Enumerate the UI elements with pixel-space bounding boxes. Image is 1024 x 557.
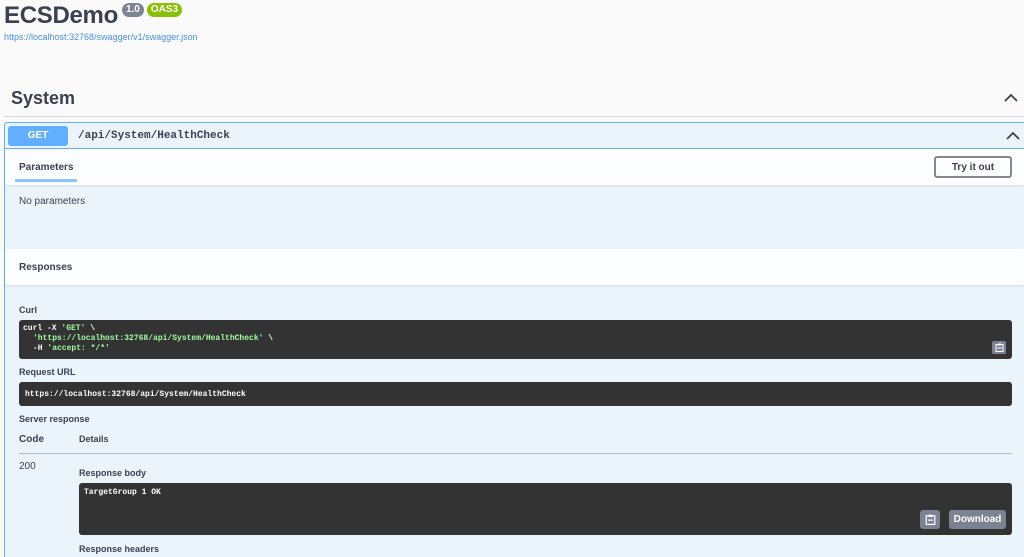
response-row: 200 Response body TargetGroup 1 OK Downl… bbox=[19, 461, 1012, 554]
curl-label: Curl bbox=[19, 305, 37, 315]
server-response-label: Server response bbox=[19, 414, 90, 424]
curl-line-3: -H 'accept: */*' bbox=[23, 344, 1008, 354]
responses-header: Responses bbox=[5, 249, 1024, 285]
tag-section-system: System bbox=[4, 80, 1024, 117]
no-parameters-text: No parameters bbox=[19, 196, 86, 207]
curl-block[interactable]: curl -X 'GET' \ 'https://localhost:32768… bbox=[19, 320, 1012, 359]
chevron-up-icon[interactable] bbox=[1006, 131, 1020, 141]
operation-summary[interactable]: GET /api/System/HealthCheck bbox=[5, 123, 1024, 149]
api-title: ECSDemo bbox=[4, 2, 118, 29]
response-body-actions: Download bbox=[920, 510, 1006, 529]
parameters-header: Parameters Try it out bbox=[5, 149, 1024, 185]
request-url-block[interactable]: https://localhost:32768/api/System/Healt… bbox=[19, 382, 1012, 406]
curl-header: 'accept: */*' bbox=[47, 344, 110, 353]
title-row: ECSDemo 1.0 OAS3 bbox=[4, 2, 198, 30]
details-column-header: Details bbox=[79, 434, 109, 444]
code-column-header: Code bbox=[19, 434, 44, 445]
response-body-label: Response body bbox=[79, 468, 147, 478]
tag-title: System bbox=[11, 87, 76, 108]
copy-response-button[interactable] bbox=[920, 510, 940, 529]
request-url-label: Request URL bbox=[19, 367, 76, 377]
response-body-text: TargetGroup 1 OK bbox=[84, 488, 161, 497]
clipboard-icon bbox=[925, 514, 935, 525]
spec-url-link[interactable]: https://localhost:32768/swagger/v1/swagg… bbox=[4, 32, 198, 42]
response-code: 200 bbox=[19, 461, 36, 472]
try-it-out-button[interactable]: Try it out bbox=[934, 156, 1012, 178]
curl-url: 'https://localhost:32768/api/System/Heal… bbox=[33, 334, 264, 343]
responses-title: Responses bbox=[19, 261, 73, 273]
version-badge: 1.0 bbox=[121, 3, 144, 17]
api-info: ECSDemo 1.0 OAS3 https://localhost:32768… bbox=[4, 2, 198, 42]
response-headers-label: Response headers bbox=[79, 544, 160, 554]
oas-badge: OAS3 bbox=[146, 3, 183, 17]
responses-table-header: Code Details bbox=[19, 434, 1012, 454]
response-details: Response body TargetGroup 1 OK Download bbox=[79, 461, 1012, 554]
copy-curl-button[interactable] bbox=[992, 341, 1006, 354]
curl-flag: -H bbox=[33, 344, 48, 353]
curl-line-1: curl -X 'GET' \ bbox=[23, 324, 1008, 334]
operation-block: GET /api/System/HealthCheck Parameters T… bbox=[4, 122, 1024, 557]
curl-line-2: 'https://localhost:32768/api/System/Heal… bbox=[23, 334, 1008, 344]
clipboard-icon bbox=[995, 343, 1003, 352]
curl-tail-1: \ bbox=[85, 324, 96, 333]
response-body-block[interactable]: TargetGroup 1 OK Download bbox=[79, 483, 1012, 535]
method-badge: GET bbox=[8, 125, 68, 146]
responses-body: Curl curl -X 'GET' \ 'https://localhost:… bbox=[5, 285, 1024, 554]
chevron-up-icon[interactable] bbox=[1004, 93, 1018, 103]
curl-cmd: curl -X bbox=[23, 324, 62, 333]
curl-tail-2: \ bbox=[263, 334, 274, 343]
curl-method: 'GET' bbox=[61, 324, 86, 333]
operation-path: /api/System/HealthCheck bbox=[78, 129, 230, 142]
download-button[interactable]: Download bbox=[949, 510, 1006, 529]
tag-header[interactable]: System bbox=[4, 80, 1024, 117]
tab-parameters[interactable]: Parameters bbox=[15, 149, 78, 185]
